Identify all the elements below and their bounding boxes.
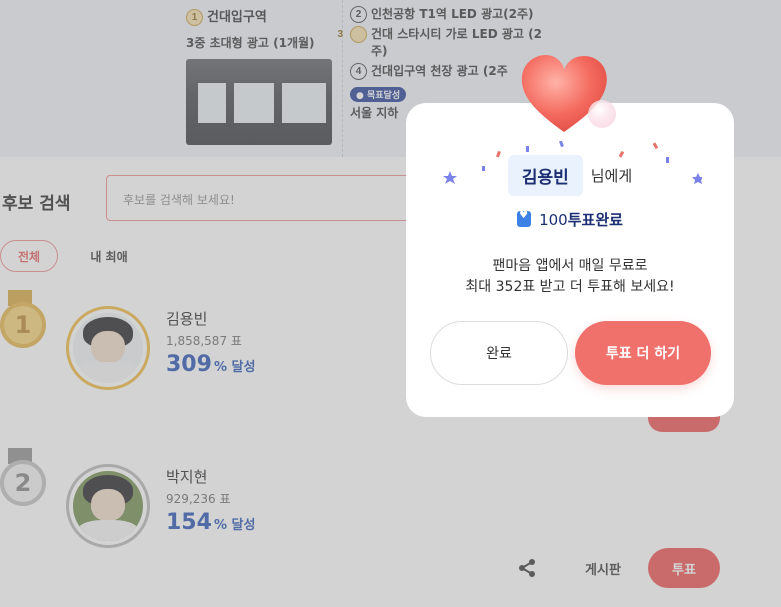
modal-greeting: 김용빈 님에게 bbox=[406, 155, 734, 196]
vote-complete-modal: 김용빈 님에게 100투표완료 팬마음 앱에서 매일 무료로 최대 352표 받고… bbox=[406, 103, 734, 417]
vote-ticket-icon bbox=[517, 210, 532, 227]
heart-icon bbox=[521, 54, 616, 132]
modal-message: 팬마음 앱에서 매일 무료로 최대 352표 받고 더 투표해 보세요! bbox=[465, 258, 675, 295]
vote-more-button[interactable]: 투표 더 하기 bbox=[575, 321, 711, 385]
candidate-name-pill: 김용빈 bbox=[507, 155, 583, 196]
done-button[interactable]: 완료 bbox=[430, 321, 568, 385]
greeting-suffix: 님에게 bbox=[590, 167, 633, 185]
vote-done-status: 100투표완료 bbox=[406, 209, 734, 230]
